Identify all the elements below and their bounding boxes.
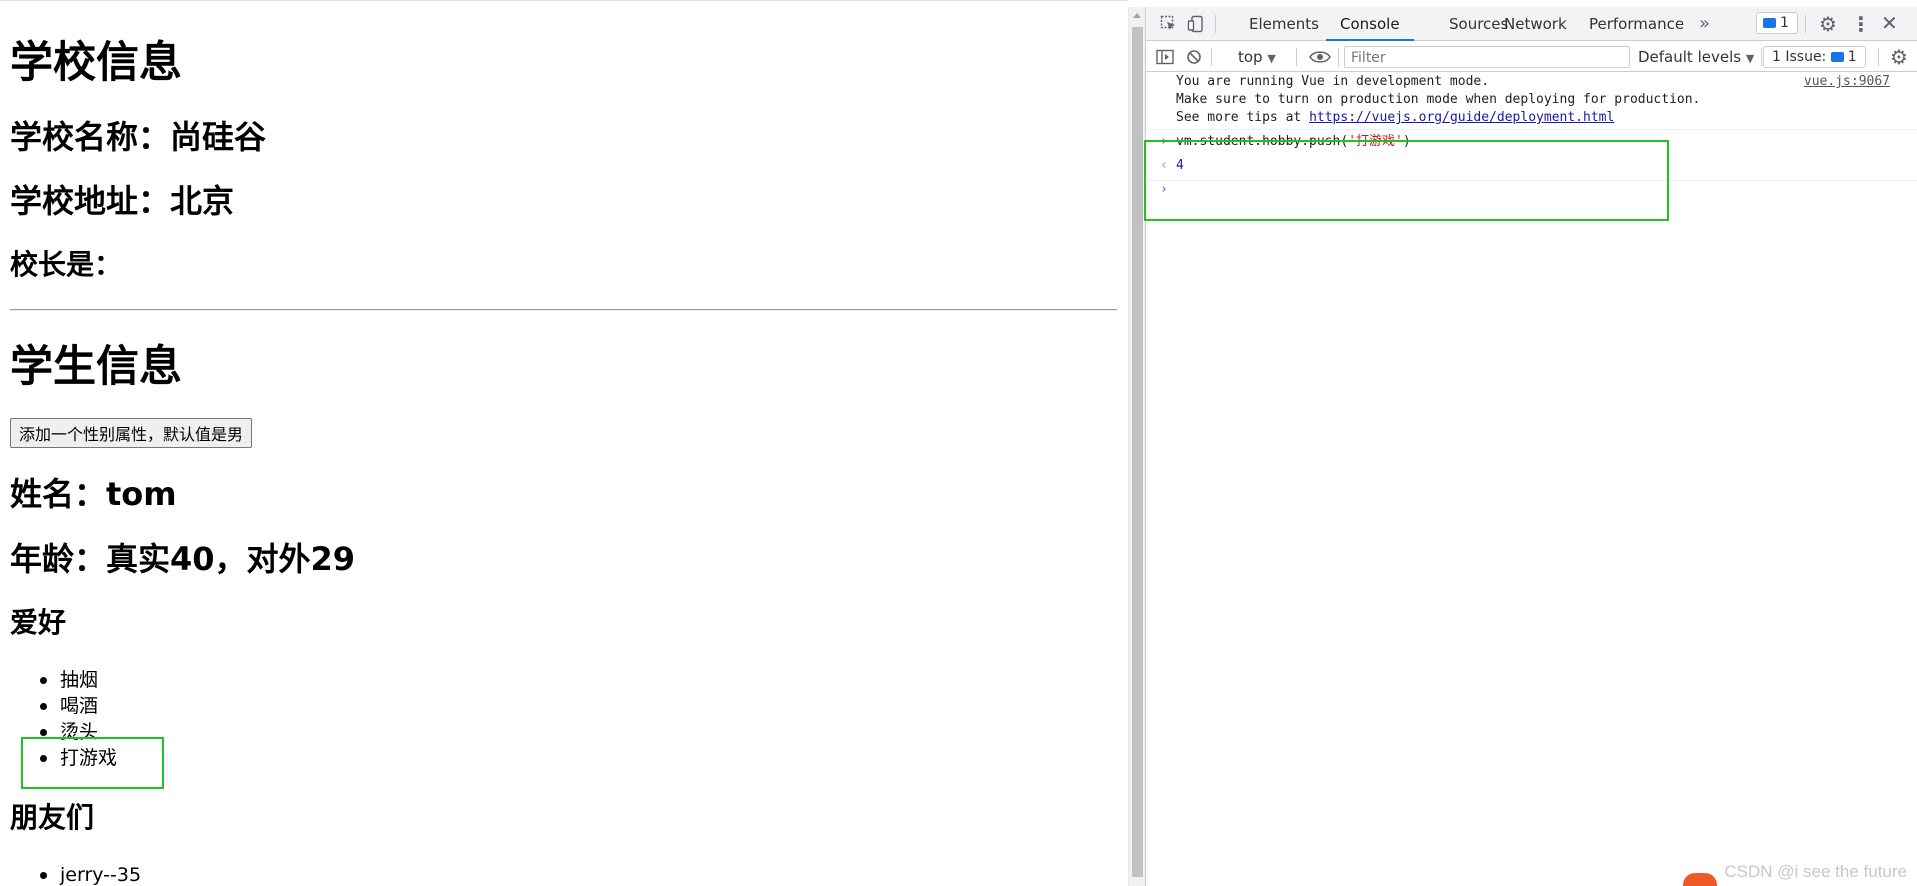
separator <box>1211 48 1212 66</box>
divider <box>10 309 1117 311</box>
csdn-logo-icon <box>1683 873 1717 886</box>
devtools-panel: Elements Console Sources Network Perform… <box>1144 7 1917 886</box>
tab-performance[interactable]: Performance <box>1589 7 1684 41</box>
student-name-text: 姓名：tom <box>10 475 177 513</box>
dropdown-arrow-icon: ▼ <box>1745 52 1755 65</box>
console-settings-gear-icon[interactable]: ⚙ <box>1890 47 1908 67</box>
divider <box>1146 129 1917 130</box>
watermark: CSDN @i see the future <box>1724 862 1907 881</box>
device-toolbar-icon[interactable] <box>1187 15 1205 33</box>
double-chevron-right-icon[interactable]: » <box>1699 7 1710 41</box>
browser-page: 学校信息 学校名称：尚硅谷 学校地址：北京 校长是： 学生信息 添加一个性别属性… <box>0 0 1128 886</box>
gear-icon[interactable]: ⚙ <box>1819 14 1837 34</box>
message-icon <box>1763 18 1776 28</box>
input-caret-icon: › <box>1160 134 1168 149</box>
message-icon <box>1830 52 1844 62</box>
student-age-text: 年龄：真实40，对外29 <box>10 540 356 578</box>
list-item: 喝酒 <box>40 693 117 719</box>
sidebar-toggle-icon[interactable] <box>1156 49 1174 65</box>
tab-elements[interactable]: Elements <box>1249 7 1319 41</box>
console-toolbar: top ▼ Default levels ▼ 1 Issue: 1 ⚙ <box>1146 42 1917 72</box>
add-gender-button[interactable]: 添加一个性别属性，默认值是男 <box>10 418 253 448</box>
console-result-line: 4 <box>1176 158 1184 173</box>
close-icon[interactable]: ✕ <box>1881 13 1898 33</box>
console-message-line: See more tips at https://vuejs.org/guide… <box>1176 110 1615 125</box>
tab-sources[interactable]: Sources <box>1449 7 1508 41</box>
console-message-line: You are running Vue in development mode. <box>1176 74 1490 89</box>
context-selector[interactable]: top ▼ <box>1238 42 1276 72</box>
page-scrollbar[interactable] <box>1128 7 1145 886</box>
log-levels-dropdown[interactable]: Default levels ▼ <box>1638 42 1754 72</box>
tab-console[interactable]: Console <box>1326 7 1414 41</box>
friends-list: jerry--35 <box>40 862 141 886</box>
eye-icon[interactable] <box>1309 50 1331 64</box>
separator <box>1761 48 1762 66</box>
messages-badge[interactable]: 1 <box>1756 12 1798 34</box>
student-info-heading: 学生信息 <box>10 342 182 392</box>
school-name-text: 学校名称：尚硅谷 <box>10 118 267 156</box>
friends-heading: 朋友们 <box>10 801 95 834</box>
result-caret-icon: ‹ <box>1160 158 1168 173</box>
more-vertical-icon[interactable]: ⋮ <box>1851 14 1871 34</box>
hobby-heading: 爱好 <box>10 606 67 639</box>
list-item: jerry--35 <box>40 862 141 886</box>
console-output: You are running Vue in development mode.… <box>1144 73 1917 886</box>
school-info-heading: 学校信息 <box>10 38 182 88</box>
dropdown-arrow-icon: ▼ <box>1267 52 1276 65</box>
console-prompt-input[interactable] <box>1176 181 1876 199</box>
filter-input-box[interactable] <box>1344 46 1630 68</box>
school-address-text: 学校地址：北京 <box>10 182 235 220</box>
message-source-link[interactable]: vue.js:9067 <box>1804 73 1890 91</box>
filter-input[interactable] <box>1345 48 1629 68</box>
issues-button[interactable]: 1 Issue: 1 <box>1763 46 1866 68</box>
separator <box>1878 48 1879 66</box>
vue-docs-link[interactable]: https://vuejs.org/guide/deployment.html <box>1309 110 1614 125</box>
list-item: 抽烟 <box>40 667 117 693</box>
separator <box>1805 15 1806 33</box>
separator <box>1338 48 1339 66</box>
console-message-line: Make sure to turn on production mode whe… <box>1176 92 1701 107</box>
tab-network[interactable]: Network <box>1504 7 1567 41</box>
list-item: 烫头 <box>40 719 117 745</box>
principal-text: 校长是： <box>10 248 123 281</box>
separator <box>1215 15 1216 33</box>
console-input-line: vm.student.hobby.push('打游戏') <box>1176 134 1411 149</box>
scrollbar-thumb[interactable] <box>1132 27 1143 877</box>
clear-console-icon[interactable] <box>1186 49 1202 65</box>
list-item: 打游戏 <box>40 745 117 771</box>
separator <box>1296 48 1297 66</box>
scroll-up-arrow-icon[interactable] <box>1133 13 1141 18</box>
prompt-caret-icon: › <box>1160 182 1168 197</box>
hobby-list: 抽烟 喝酒 烫头 打游戏 <box>40 667 117 771</box>
inspect-element-icon[interactable] <box>1160 15 1178 33</box>
devtools-tab-bar: Elements Console Sources Network Perform… <box>1146 7 1917 41</box>
